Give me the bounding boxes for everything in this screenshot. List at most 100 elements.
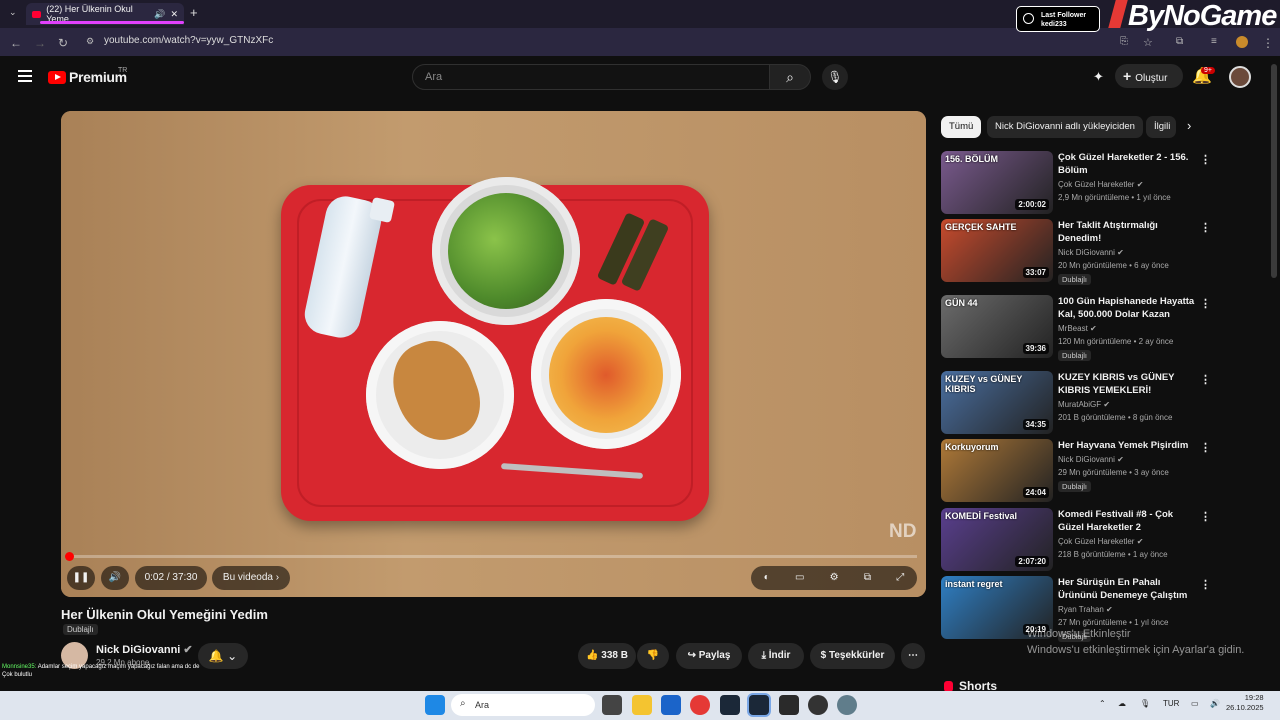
search-input[interactable]: Ara (412, 64, 770, 90)
channel-name[interactable]: Nick DiGiovanni ✔ (96, 643, 193, 656)
steam-active-icon[interactable] (749, 695, 769, 715)
video-thumbnail[interactable]: GERÇEK SAHTE 33:07 (941, 219, 1053, 282)
recommended-video[interactable]: Korkuyorum 24:04 Her Hayvana Yemek Pişirdi… (941, 439, 1211, 503)
recommended-channel[interactable]: Nick DiGiovanni ✔ (1058, 248, 1124, 257)
recommended-video[interactable]: 156. BÖLÜM 2:00:02 Çok Güzel Hareketler 2 … (941, 151, 1211, 215)
recommended-title[interactable]: Komedi Festivali #8 - Çok Güzel Hareketl… (1058, 508, 1198, 534)
youtube-premium-logo[interactable]: Premium (48, 69, 127, 85)
more-options-icon[interactable]: ⋮ (1200, 441, 1211, 454)
file-explorer-icon[interactable] (632, 695, 652, 715)
voice-search-button[interactable]: 🎙 (822, 64, 848, 90)
more-options-icon[interactable]: ⋮ (1200, 221, 1211, 234)
recommended-channel[interactable]: Nick DiGiovanni ✔ (1058, 455, 1124, 464)
recommended-video[interactable]: KOMEDİ Festival 2:07:20 Komedi Festivali #… (941, 508, 1211, 572)
tab-audio-icon[interactable]: 🔊 (154, 9, 165, 20)
more-options-icon[interactable]: ⋮ (1200, 153, 1211, 166)
like-button[interactable]: 👍 338 B (578, 643, 636, 669)
more-options-icon[interactable]: ⋮ (1200, 297, 1211, 310)
extensions-icon[interactable]: ⧉ (1176, 36, 1183, 47)
progress-scrubber[interactable] (65, 552, 74, 561)
recommended-title[interactable]: Çok Güzel Hareketler 2 - 156. Bölüm (1058, 151, 1198, 177)
channel-name-text: Nick DiGiovanni (96, 644, 181, 656)
tray-mic-icon[interactable]: 🎙 (1140, 699, 1150, 708)
new-tab-icon[interactable]: + (190, 5, 198, 20)
install-icon[interactable]: ⎘ (1120, 36, 1128, 47)
task-view-icon[interactable] (602, 695, 622, 715)
epic-games-icon[interactable] (779, 695, 799, 715)
store-icon[interactable] (661, 695, 681, 715)
subscription-bell-button[interactable]: 🔔 ⌄ (198, 643, 248, 669)
more-actions-button[interactable]: ⋯ (901, 643, 925, 669)
pause-button[interactable]: ❚❚ (67, 566, 95, 590)
recommended-channel[interactable]: MrBeast ✔ (1058, 324, 1097, 333)
obs-icon[interactable] (808, 695, 828, 715)
account-avatar[interactable] (1229, 66, 1251, 88)
windows-start-icon[interactable] (425, 695, 445, 715)
video-player[interactable]: ND ❚❚ 🔊 0:02 / 37:30 Bu videoda › ◐ ▭ ⚙ … (61, 111, 926, 597)
forward-icon[interactable]: → (34, 36, 46, 50)
settings-gear-icon[interactable]: ⚙ (830, 566, 839, 590)
dislike-button[interactable]: 👎 (637, 643, 669, 669)
tray-expand-icon[interactable]: ⌃ (1099, 699, 1106, 708)
taskbar-clock[interactable]: 19:28 26.10.2025 (1226, 693, 1264, 713)
fullscreen-icon[interactable]: ⤢ (896, 566, 904, 590)
create-button[interactable]: + Oluştur (1115, 64, 1183, 88)
more-options-icon[interactable]: ⋮ (1200, 373, 1211, 386)
menu-hamburger-icon[interactable] (18, 70, 32, 82)
tray-volume-icon[interactable]: 🔊 (1210, 699, 1220, 708)
recommended-title[interactable]: KUZEY KIBRIS vs GÜNEY KIBRIS YEMEKLERİ! (1058, 371, 1198, 397)
bookmark-star-icon[interactable]: ☆ (1143, 36, 1153, 49)
video-thumbnail[interactable]: Korkuyorum 24:04 (941, 439, 1053, 502)
recommended-video[interactable]: GERÇEK SAHTE 33:07 Her Taklit Atıştırmalığ… (941, 219, 1211, 285)
recommended-channel[interactable]: Çok Güzel Hareketler ✔ (1058, 180, 1143, 189)
tray-display-icon[interactable]: ▭ (1191, 699, 1199, 708)
video-thumbnail[interactable]: 156. BÖLÜM 2:00:02 (941, 151, 1053, 214)
recommended-video[interactable]: GÜN 44 39:36 100 Gün Hapishanede Hayatta K… (941, 295, 1211, 361)
chevron-right-icon[interactable]: › (1187, 118, 1191, 133)
miniplayer-icon[interactable]: ⧉ (864, 566, 871, 590)
settings-app-icon[interactable] (837, 695, 857, 715)
page-scrollbar[interactable] (1271, 64, 1277, 278)
recommended-channel[interactable]: Ryan Trahan ✔ (1058, 605, 1113, 614)
tab-list-chevron-icon[interactable]: ⌄ (9, 7, 17, 18)
more-options-icon[interactable]: ⋮ (1200, 510, 1211, 523)
tab-close-icon[interactable]: ✕ (170, 9, 178, 20)
chip-from-uploader[interactable]: Nick DiGiovanni adlı yükleyiciden (987, 116, 1143, 138)
steam-icon[interactable] (720, 695, 740, 715)
language-indicator[interactable]: TUR (1163, 699, 1179, 708)
chip-all[interactable]: Tümü (941, 116, 982, 138)
recommended-title[interactable]: Her Sürüşün En Pahalı Ürününü Denemeye Ç… (1058, 576, 1198, 602)
taskbar-search[interactable]: Ara (451, 694, 595, 716)
recommended-channel[interactable]: Çok Güzel Hareketler ✔ (1058, 537, 1143, 546)
video-thumbnail[interactable]: GÜN 44 39:36 (941, 295, 1053, 358)
recommended-title[interactable]: 100 Gün Hapishanede Hayatta Kal, 500.000… (1058, 295, 1198, 321)
site-info-icon[interactable]: ⚙ (86, 36, 94, 47)
autoplay-toggle-icon[interactable]: ◐ (764, 566, 770, 590)
reload-icon[interactable]: ↻ (58, 36, 68, 50)
recommended-video[interactable]: KUZEY vs GÜNEY KIBRIS 34:35 KUZEY KIBRIS v… (941, 371, 1211, 435)
recommended-title[interactable]: Her Hayvana Yemek Pişirdim (1058, 439, 1198, 452)
chip-related[interactable]: İlgili (1146, 116, 1176, 138)
browser-menu-icon[interactable]: ⋮ (1262, 36, 1274, 50)
volume-button[interactable]: 🔊 (101, 566, 129, 590)
search-button[interactable]: ⌕ (769, 64, 811, 90)
video-thumbnail[interactable]: KOMEDİ Festival 2:07:20 (941, 508, 1053, 571)
share-button[interactable]: ↪ Paylaş (676, 643, 742, 669)
progress-bar[interactable] (70, 555, 917, 558)
cast-icon[interactable]: ✦ (1093, 69, 1104, 85)
more-options-icon[interactable]: ⋮ (1200, 578, 1211, 591)
video-thumbnail[interactable]: KUZEY vs GÜNEY KIBRIS 34:35 (941, 371, 1053, 434)
chrome-icon[interactable] (690, 695, 710, 715)
thanks-button[interactable]: $ Teşekkürler (810, 643, 895, 669)
recommended-title[interactable]: Her Taklit Atıştırmalığı Denedim! (1058, 219, 1198, 245)
reading-list-icon[interactable]: ≡ (1211, 36, 1217, 47)
url-text[interactable]: youtube.com/watch?v=yyw_GTNzXFc (104, 35, 273, 46)
subtitles-icon[interactable]: ▭ (795, 566, 804, 590)
tray-network-icon[interactable]: ☁ (1118, 699, 1126, 708)
profile-icon[interactable] (1236, 36, 1248, 48)
taskbar-search-text: Ara (475, 700, 490, 710)
back-icon[interactable]: ← (10, 36, 22, 50)
download-button[interactable]: ⤓ İndir (748, 643, 804, 669)
recommended-channel[interactable]: MuratAbiGF ✔ (1058, 400, 1110, 409)
chapters-button[interactable]: Bu videoda › (212, 566, 290, 590)
